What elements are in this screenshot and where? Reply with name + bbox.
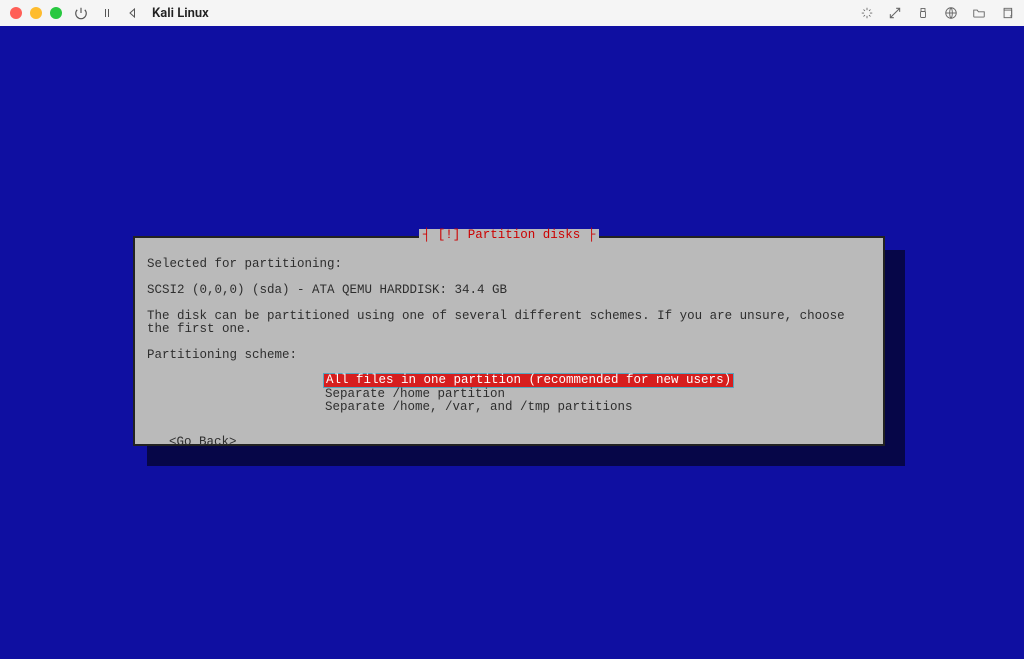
go-back-button[interactable]: <Go Back> <box>169 436 871 449</box>
power-icon[interactable] <box>74 6 88 20</box>
pause-icon[interactable] <box>100 6 114 20</box>
scheme-option-all-in-one[interactable]: All files in one partition (recommended … <box>325 373 871 388</box>
minimize-window-icon[interactable] <box>30 7 42 19</box>
close-window-icon[interactable] <box>10 7 22 19</box>
partitioning-scheme-list: All files in one partition (recommended … <box>325 373 871 414</box>
globe-icon[interactable] <box>944 6 958 20</box>
traffic-lights <box>10 7 62 19</box>
installer-dialog-wrap: ┤ [!] Partition disks ├ Selected for par… <box>133 236 893 454</box>
scheme-option-separate-home-var-tmp[interactable]: Separate /home, /var, and /tmp partition… <box>325 401 871 414</box>
sparkle-icon[interactable] <box>860 6 874 20</box>
partition-disks-dialog: ┤ [!] Partition disks ├ Selected for par… <box>133 236 885 446</box>
expand-icon[interactable] <box>888 6 902 20</box>
vm-window-titlebar: Kali Linux <box>0 0 1024 26</box>
partitioning-scheme-label: Partitioning scheme: <box>147 349 871 362</box>
back-triangle-icon[interactable] <box>126 6 140 20</box>
dialog-title-row: ┤ [!] Partition disks ├ <box>135 229 883 242</box>
selected-disk-line: SCSI2 (0,0,0) (sda) - ATA QEMU HARDDISK:… <box>147 284 871 297</box>
vm-title: Kali Linux <box>152 6 209 21</box>
titlebar-left: Kali Linux <box>10 6 209 21</box>
selected-for-partitioning-label: Selected for partitioning: <box>147 258 871 271</box>
folder-icon[interactable] <box>972 6 986 20</box>
guest-screen: ┤ [!] Partition disks ├ Selected for par… <box>0 26 1024 659</box>
usb-icon[interactable] <box>916 6 930 20</box>
zoom-window-icon[interactable] <box>50 7 62 19</box>
windows-stack-icon[interactable] <box>1000 6 1014 20</box>
dialog-title: ┤ [!] Partition disks ├ <box>419 229 600 242</box>
guidance-text: The disk can be partitioned using one of… <box>147 310 871 336</box>
titlebar-right <box>860 6 1014 20</box>
